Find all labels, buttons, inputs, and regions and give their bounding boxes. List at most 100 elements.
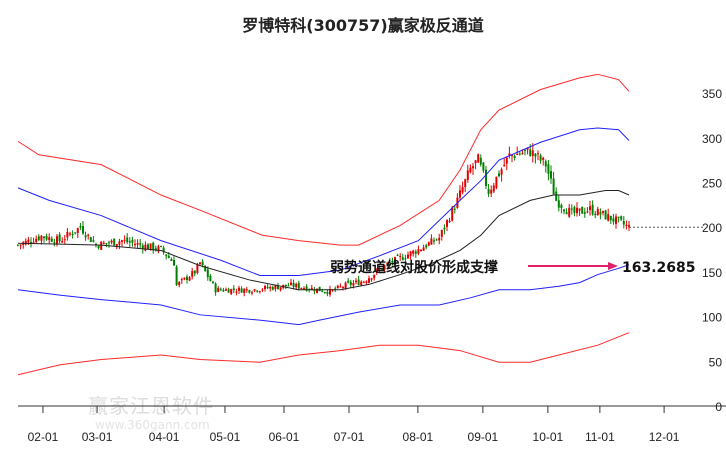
candle-body — [568, 207, 571, 217]
candle-body — [466, 170, 469, 180]
candle-body — [212, 281, 214, 283]
candle-body — [128, 241, 131, 243]
candle-body — [451, 207, 454, 221]
y-tick-label: 300 — [702, 132, 722, 146]
candle-body — [74, 232, 77, 234]
candle-body — [425, 245, 428, 248]
candle-body — [342, 287, 344, 289]
x-tick-label: 10-01 — [533, 430, 564, 444]
candle-body — [48, 237, 51, 241]
candle-body — [100, 241, 103, 250]
candle-body — [448, 220, 451, 222]
candle-body — [339, 286, 342, 288]
candle-body — [596, 208, 599, 216]
candle-body — [102, 242, 105, 244]
candle-body — [435, 239, 438, 241]
candle-body — [485, 169, 487, 186]
candle-body — [459, 190, 461, 198]
candle-body — [576, 207, 578, 214]
candle-body — [214, 283, 217, 293]
candle-body — [232, 288, 235, 291]
candle-body — [248, 290, 251, 293]
candle-body — [188, 277, 191, 281]
candle-body — [27, 239, 30, 243]
band-lower-outer — [17, 332, 630, 376]
candle-body — [118, 241, 121, 245]
candle-body — [287, 285, 290, 287]
candle-body — [71, 233, 74, 235]
y-tick-label: 200 — [702, 221, 722, 235]
candle-body — [316, 288, 318, 293]
candle-body — [560, 204, 563, 208]
candle-body — [37, 236, 40, 240]
candle-body — [108, 242, 110, 244]
candle-body — [82, 226, 84, 234]
candle-body — [230, 289, 233, 295]
plot-area: 02-01 03-01 04-01 05-01 06-01 07-01 08-01 09-01… — [17, 73, 726, 444]
candle-body — [620, 216, 623, 220]
x-tick-label: 09-01 — [468, 430, 499, 444]
candle-body — [175, 266, 178, 286]
band-lower-inner — [17, 264, 630, 326]
band-upper-inner — [17, 127, 630, 276]
candle-body — [193, 270, 196, 274]
candle-body — [352, 283, 355, 286]
candle-body — [602, 211, 604, 213]
candle-body — [362, 281, 365, 283]
candle-body — [505, 157, 508, 164]
candle-body — [599, 211, 602, 215]
chart: 罗博特科(300757)赢家极反通道 赢家江恩软件 www.360gann.co… — [0, 0, 726, 450]
candle-body — [349, 281, 352, 285]
band-middle — [17, 190, 630, 291]
x-tick-label: 05-01 — [210, 430, 241, 444]
candle-body — [256, 290, 259, 292]
candle-body — [555, 191, 558, 201]
candle-body — [63, 239, 66, 241]
candle-body — [427, 242, 430, 246]
candle-body — [292, 282, 295, 287]
candle-body — [243, 289, 246, 294]
candle-body — [297, 282, 300, 289]
x-tick-label: 07-01 — [334, 430, 365, 444]
candle-body — [110, 240, 113, 243]
candle-body — [284, 284, 287, 287]
candle-body — [422, 247, 425, 251]
candle-body — [498, 173, 500, 177]
candle-body — [134, 244, 136, 246]
candle-body — [84, 235, 87, 238]
candle-body — [604, 210, 607, 220]
candle-body — [139, 243, 142, 245]
candle-body — [607, 214, 610, 221]
y-tick-label: 350 — [702, 87, 722, 101]
candle-body — [69, 233, 71, 235]
candle-body — [222, 289, 225, 292]
candle-body — [264, 285, 266, 290]
candle-body — [344, 282, 347, 289]
candle-body — [266, 286, 269, 289]
candle-body — [430, 238, 433, 245]
candle-body — [300, 287, 303, 289]
candle-body — [570, 208, 573, 210]
candle-body — [253, 289, 256, 291]
candle-body — [201, 261, 204, 266]
candle-body — [518, 153, 521, 155]
candle-body — [440, 229, 443, 237]
candle-body — [50, 238, 53, 242]
candle-body — [121, 240, 123, 242]
annotation-value: 163.2685 — [622, 260, 696, 276]
y-tick-label: 150 — [702, 266, 722, 280]
candle-body — [35, 238, 38, 243]
candle-body — [370, 278, 373, 280]
candle-body — [178, 281, 181, 286]
candle-body — [219, 289, 222, 291]
y-tick-label: 50 — [709, 355, 723, 369]
candle-body — [495, 176, 498, 188]
candle-body — [279, 287, 282, 290]
candle-body — [529, 149, 532, 156]
candle-body — [414, 251, 417, 254]
candle-body — [594, 213, 597, 215]
candle-body — [420, 249, 422, 251]
candle-body — [206, 269, 209, 278]
candle-body — [503, 164, 506, 166]
candle-body — [123, 239, 126, 241]
